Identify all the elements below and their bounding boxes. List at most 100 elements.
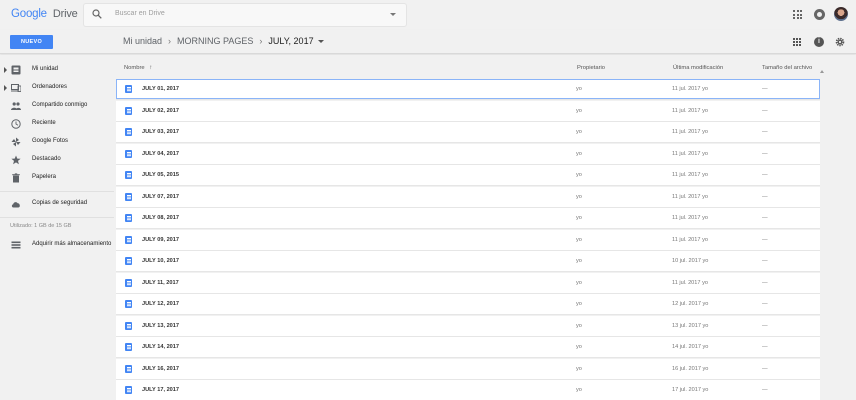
file-size: — xyxy=(762,387,768,393)
breadcrumb: Mi unidad › MORNING PAGES › JULY, 2017 xyxy=(123,36,324,46)
file-owner: yo xyxy=(576,301,582,307)
chevron-down-icon[interactable] xyxy=(317,39,324,43)
buy-storage-label: Adquirir más almacenamiento xyxy=(32,241,112,247)
file-size: — xyxy=(762,172,768,178)
search-icon[interactable] xyxy=(92,9,102,19)
table-row[interactable]: JULY 10, 2017 yo 10 jul. 2017 yo — xyxy=(116,251,820,272)
google-doc-icon xyxy=(125,278,132,287)
file-size: — xyxy=(762,193,768,200)
file-name[interactable]: JULY 10, 2017 xyxy=(142,258,179,264)
google-doc-icon xyxy=(125,257,132,265)
shared-people-icon xyxy=(11,102,21,110)
sidebar-item-starred[interactable]: Destacado xyxy=(0,151,114,169)
sidebar-item-trash[interactable]: Papelera xyxy=(0,169,114,187)
expand-arrow-icon[interactable] xyxy=(4,85,7,91)
file-name[interactable]: JULY 12, 2017 xyxy=(142,301,179,307)
file-size: — xyxy=(762,258,768,264)
file-size: — xyxy=(762,150,768,157)
file-name[interactable]: JULY 04, 2017 xyxy=(142,151,179,157)
google-doc-icon xyxy=(125,192,132,201)
pinwheel-icon xyxy=(11,137,21,147)
sidebar-item-label: Destacado xyxy=(32,156,61,162)
sidebar-item-backups[interactable]: Copias de seguridad xyxy=(0,195,114,213)
column-header-owner[interactable]: Propietario xyxy=(577,65,605,71)
storage-usage-text: Utilizado: 1 GB de 15 GB xyxy=(10,223,72,229)
search-options-dropdown-icon[interactable] xyxy=(390,13,396,16)
file-size: — xyxy=(762,365,768,372)
file-name[interactable]: JULY 14, 2017 xyxy=(142,344,179,350)
new-button[interactable]: NUEVO xyxy=(10,35,53,49)
table-row[interactable]: JULY 04, 2017 yo 11 jul. 2017 yo — xyxy=(116,143,820,165)
google-doc-icon xyxy=(125,364,132,373)
file-name[interactable]: JULY 02, 2017 xyxy=(142,108,179,114)
file-name[interactable]: JULY 03, 2017 xyxy=(142,129,179,135)
file-modified: 17 jul. 2017 yo xyxy=(672,387,709,393)
file-owner: yo xyxy=(576,150,582,157)
file-name[interactable]: JULY 05, 2015 xyxy=(142,172,179,178)
breadcrumb-current-folder[interactable]: JULY, 2017 xyxy=(268,36,313,46)
google-doc-icon xyxy=(125,214,132,222)
table-row[interactable]: JULY 11, 2017 yo 11 jul. 2017 yo — xyxy=(116,272,820,294)
search-box[interactable]: Buscar en Drive xyxy=(84,4,406,26)
scroll-up-arrow-icon[interactable] xyxy=(820,70,824,73)
file-list-area: Nombre ↑ Propietario Última modificación… xyxy=(114,55,856,400)
file-size: — xyxy=(762,86,768,92)
file-name[interactable]: JULY 11, 2017 xyxy=(142,280,179,286)
file-owner: yo xyxy=(576,172,582,178)
file-name[interactable]: JULY 01, 2017 xyxy=(142,86,179,92)
column-header-modified[interactable]: Última modificación xyxy=(673,65,723,71)
table-row[interactable]: JULY 12, 2017 yo 12 jul. 2017 yo — xyxy=(116,294,820,315)
table-row[interactable]: JULY 07, 2017 yo 11 jul. 2017 yo — xyxy=(116,186,820,208)
file-size: — xyxy=(762,107,768,114)
sidebar-item-label: Papelera xyxy=(32,174,57,180)
notifications-icon[interactable] xyxy=(814,9,825,20)
info-icon[interactable]: i xyxy=(814,37,824,47)
table-row[interactable]: JULY 14, 2017 yo 14 jul. 2017 yo — xyxy=(116,337,820,358)
sidebar-item-recent[interactable]: Reciente xyxy=(0,115,114,133)
table-row[interactable]: JULY 03, 2017 yo 11 jul. 2017 yo — xyxy=(116,122,820,143)
table-row[interactable]: JULY 01, 2017 yo 11 jul. 2017 yo — xyxy=(116,79,820,100)
file-name[interactable]: JULY 07, 2017 xyxy=(142,194,179,200)
sort-arrow-up-icon[interactable]: ↑ xyxy=(149,65,152,71)
table-row[interactable]: JULY 13, 2017 yo 13 jul. 2017 yo — xyxy=(116,315,820,337)
sidebar-item-google-photos[interactable]: Google Fotos xyxy=(0,133,114,151)
table-row[interactable]: JULY 02, 2017 yo 11 jul. 2017 yo — xyxy=(116,100,820,122)
grid-view-icon[interactable] xyxy=(793,38,801,46)
apps-grid-icon[interactable] xyxy=(793,10,802,19)
file-name[interactable]: JULY 16, 2017 xyxy=(142,366,179,372)
gear-icon[interactable] xyxy=(835,37,845,47)
column-header-name-label: Nombre xyxy=(124,65,145,71)
file-modified: 11 jul. 2017 yo xyxy=(672,215,708,221)
file-name[interactable]: JULY 09, 2017 xyxy=(142,237,179,243)
google-doc-icon xyxy=(125,149,132,158)
sidebar-item-label: Mi unidad xyxy=(32,66,59,72)
file-name[interactable]: JULY 08, 2017 xyxy=(142,215,179,221)
table-row[interactable]: JULY 09, 2017 yo 11 jul. 2017 yo — xyxy=(116,229,820,251)
table-row[interactable]: JULY 05, 2015 yo 11 jul. 2017 yo — xyxy=(116,165,820,186)
buy-storage-link[interactable]: Adquirir más almacenamiento xyxy=(0,236,114,254)
file-owner: yo xyxy=(576,365,582,372)
table-row[interactable]: JULY 08, 2017 yo 11 jul. 2017 yo — xyxy=(116,208,820,229)
column-header-size[interactable]: Tamaño del archivo xyxy=(762,65,812,71)
file-size: — xyxy=(762,279,768,286)
search-input[interactable]: Buscar en Drive xyxy=(115,10,165,17)
avatar[interactable] xyxy=(834,7,848,21)
column-header-name[interactable]: Nombre ↑ xyxy=(124,65,152,71)
breadcrumb-my-drive[interactable]: Mi unidad xyxy=(123,36,162,46)
column-headers: Nombre ↑ Propietario Última modificación… xyxy=(114,61,820,75)
expand-arrow-icon[interactable] xyxy=(4,67,7,73)
sidebar-item-shared-with-me[interactable]: Compartido conmigo xyxy=(0,97,114,115)
drive-app: Google Drive Buscar en Drive NUEVO Mi un… xyxy=(0,0,856,400)
sidebar-item-label: Copias de seguridad xyxy=(32,200,88,206)
sidebar-item-my-drive[interactable]: Mi unidad xyxy=(0,61,114,79)
google-drive-logo[interactable]: Google Drive xyxy=(11,8,78,20)
file-modified: 14 jul. 2017 yo xyxy=(672,344,709,350)
file-name[interactable]: JULY 17, 2017 xyxy=(142,387,179,393)
file-name[interactable]: JULY 13, 2017 xyxy=(142,323,179,329)
table-row[interactable]: JULY 17, 2017 yo 17 jul. 2017 yo — xyxy=(116,380,820,400)
top-bar: Google Drive Buscar en Drive xyxy=(0,0,856,30)
file-size: — xyxy=(762,236,768,243)
breadcrumb-morning-pages[interactable]: MORNING PAGES xyxy=(177,36,253,46)
table-row[interactable]: JULY 16, 2017 yo 16 jul. 2017 yo — xyxy=(116,358,820,380)
sidebar-item-computers[interactable]: Ordenadores xyxy=(0,79,114,97)
